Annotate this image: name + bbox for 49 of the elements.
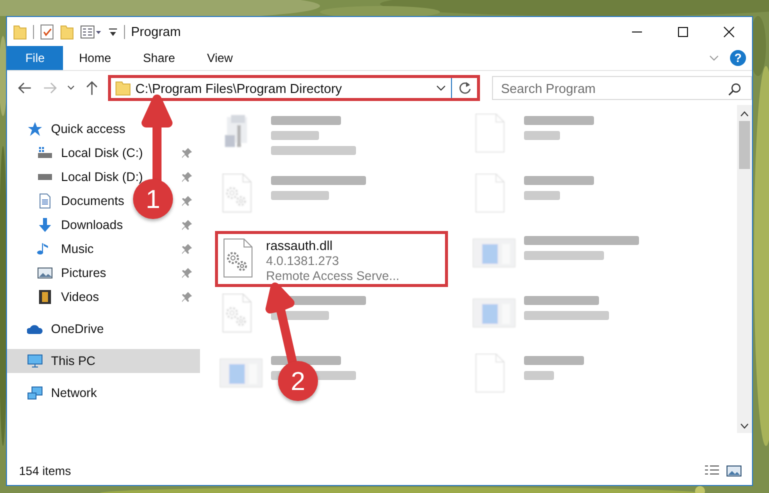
network-icon: [27, 385, 43, 401]
drive-icon: [37, 145, 53, 161]
film-icon: [37, 289, 53, 305]
help-button[interactable]: ?: [730, 50, 746, 66]
pin-icon[interactable]: [182, 148, 192, 158]
checklist-icon[interactable]: [40, 24, 54, 40]
sidebar-item[interactable]: This PC: [7, 349, 200, 373]
pin-icon[interactable]: [182, 220, 192, 230]
properties-icon[interactable]: [80, 24, 102, 40]
pin-icon[interactable]: [182, 244, 192, 254]
pin-icon[interactable]: [182, 196, 192, 206]
sidebar-item[interactable]: Music: [61, 242, 94, 256]
caret-icon[interactable]: [434, 83, 447, 93]
ribbon-tab[interactable]: View: [191, 46, 249, 70]
pin-icon[interactable]: [182, 268, 192, 278]
window-title: Program: [131, 24, 182, 39]
scrollbar-thumb[interactable]: [739, 121, 750, 169]
sidebar-item[interactable]: Videos: [61, 290, 99, 304]
ribbon-tab[interactable]: Home: [63, 46, 128, 70]
folder-icon: [115, 80, 132, 96]
picture-icon: [37, 265, 53, 281]
step-number: 2: [278, 361, 318, 401]
ribbon-tab[interactable]: Share: [127, 46, 192, 70]
file-version: 4.0.1381.273: [266, 254, 340, 268]
sidebar-item[interactable]: Downloads: [61, 218, 123, 232]
file-description: Remote Access Serve...: [266, 269, 400, 283]
pin-icon[interactable]: [182, 172, 192, 182]
address-field[interactable]: C:\Program Files\Program Directory: [108, 75, 480, 101]
item-count: 154 items: [19, 464, 72, 478]
sidebar-item[interactable]: Local Disk (C:): [61, 146, 143, 160]
sidebar-item[interactable]: Documents: [61, 194, 124, 208]
search-icon: [728, 82, 742, 96]
sidebar-item[interactable]: OneDrive: [51, 322, 104, 336]
star-icon: [27, 121, 43, 137]
file-menu-button[interactable]: File: [7, 46, 63, 70]
monitor-icon: [27, 353, 43, 369]
search-field[interactable]: Search Program: [492, 76, 752, 100]
file-name: rassauth.dll: [266, 238, 334, 253]
pin-icon[interactable]: [182, 292, 192, 302]
file-item[interactable]: rassauth.dll 4.0.1381.273 Remote Access Serve...: [215, 231, 448, 287]
large-icons-view-icon[interactable]: [726, 464, 742, 478]
download-icon: [37, 217, 53, 233]
scrollbar[interactable]: [737, 105, 752, 433]
sidebar-item[interactable]: Network: [51, 386, 97, 400]
drive-icon: [37, 173, 53, 181]
expand-ribbon-icon[interactable]: [708, 53, 720, 63]
sidebar-item[interactable]: Quick access: [51, 122, 126, 136]
sidebar-item[interactable]: Pictures: [61, 266, 106, 280]
document-icon: [37, 193, 53, 209]
